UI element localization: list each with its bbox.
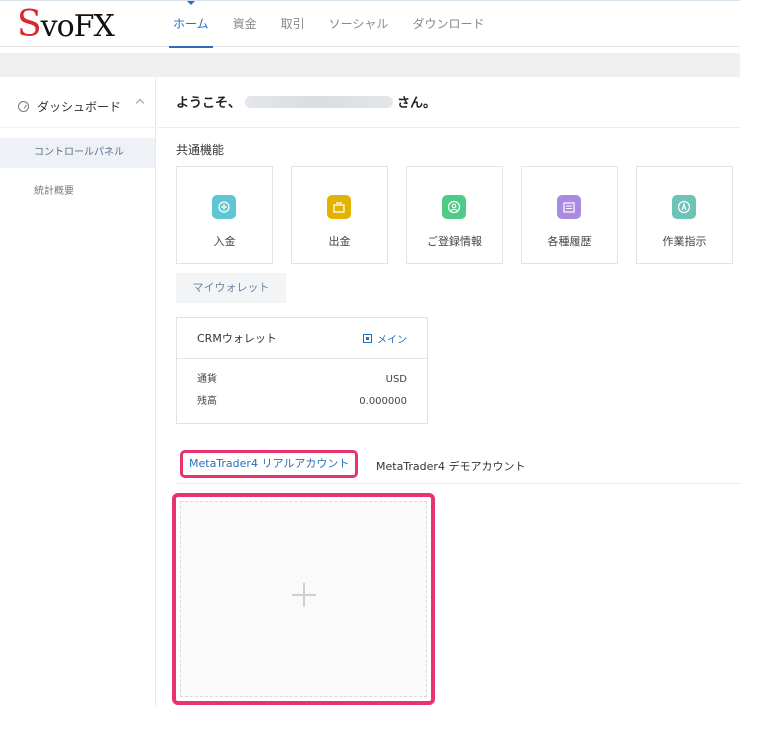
row-label: 残高 bbox=[197, 396, 217, 407]
crm-wallet-header: CRMウォレット メイン bbox=[177, 318, 427, 359]
nav-funds[interactable]: 資金 bbox=[221, 1, 269, 48]
plus-icon bbox=[291, 583, 316, 607]
task-icon bbox=[672, 195, 696, 219]
tile-deposit[interactable]: 入金 bbox=[176, 166, 273, 264]
crm-wallet-title: CRMウォレット bbox=[197, 332, 277, 345]
tile-label: 出金 bbox=[328, 235, 351, 248]
wallet-row-balance: 残高 0.000000 bbox=[177, 391, 427, 413]
main-wallet-label: メイン bbox=[377, 334, 407, 346]
tile-label: 作業指示 bbox=[662, 235, 707, 248]
deposit-icon bbox=[212, 195, 236, 219]
sidebar-section-label: ダッシュボード bbox=[37, 99, 122, 114]
nav-trade[interactable]: 取引 bbox=[269, 1, 317, 48]
tile-label: 入金 bbox=[213, 235, 236, 248]
row-value: USD bbox=[385, 374, 407, 385]
tab-mt4-demo[interactable]: MetaTrader4 デモアカウント bbox=[376, 453, 525, 481]
brand-logo[interactable]: SvoFX bbox=[17, 7, 115, 43]
sidebar-section-dashboard[interactable]: ダッシュボード bbox=[0, 90, 155, 122]
top-navbar: SvoFX ホーム 資金 取引 ソーシャル ダウンロード bbox=[0, 0, 740, 48]
welcome-suffix: さん。 bbox=[397, 96, 437, 111]
main-nav: ホーム 資金 取引 ソーシャル ダウンロード bbox=[161, 1, 496, 48]
profile-icon bbox=[442, 195, 466, 219]
add-account-card[interactable] bbox=[172, 493, 435, 705]
tile-history[interactable]: 各種履歴 bbox=[521, 166, 618, 264]
chevron-up-icon bbox=[135, 98, 145, 108]
sidebar-item-statistics[interactable]: 統計概要 bbox=[0, 177, 155, 207]
row-value: 0.000000 bbox=[359, 396, 407, 407]
tab-my-wallet[interactable]: マイウォレット bbox=[176, 273, 286, 303]
withdraw-icon bbox=[327, 195, 351, 219]
welcome-prefix: ようこそ、 bbox=[176, 96, 242, 111]
wallet-row-currency: 通貨 USD bbox=[177, 369, 427, 391]
crm-wallet-card: CRMウォレット メイン 通貨 USD 残高 0.000000 bbox=[176, 317, 428, 424]
sidebar-divider bbox=[0, 127, 155, 128]
function-tiles: 入金 出金 ご登録情報 各種履歴 作業指示 bbox=[176, 166, 733, 264]
divider bbox=[158, 127, 740, 128]
nav-social[interactable]: ソーシャル bbox=[317, 1, 401, 48]
account-tabs: MetaTrader4 リアルアカウント MetaTrader4 デモアカウント bbox=[176, 450, 740, 484]
add-account-area bbox=[180, 501, 427, 697]
history-icon bbox=[557, 195, 581, 219]
row-label: 通貨 bbox=[197, 374, 217, 385]
tile-label: 各種履歴 bbox=[547, 235, 592, 248]
tile-task[interactable]: 作業指示 bbox=[636, 166, 733, 264]
main-wallet-badge[interactable]: メイン bbox=[363, 331, 407, 346]
tab-mt4-real[interactable]: MetaTrader4 リアルアカウント bbox=[180, 450, 359, 478]
nav-home[interactable]: ホーム bbox=[161, 1, 221, 48]
welcome-message: ようこそ、 さん。 bbox=[176, 92, 436, 111]
sidebar: ダッシュボード コントロールパネル 統計概要 bbox=[0, 77, 156, 707]
tile-withdraw[interactable]: 出金 bbox=[291, 166, 388, 264]
section-title: 共通機能 bbox=[176, 143, 225, 157]
tile-profile[interactable]: ご登録情報 bbox=[406, 166, 503, 264]
wallet-square-icon bbox=[363, 333, 372, 343]
subheader-bar bbox=[0, 53, 740, 77]
dashboard-icon bbox=[18, 100, 29, 112]
sidebar-item-control-panel[interactable]: コントロールパネル bbox=[0, 138, 155, 168]
tile-label: ご登録情報 bbox=[427, 235, 482, 248]
blurred-username bbox=[245, 95, 394, 108]
nav-download[interactable]: ダウンロード bbox=[400, 1, 496, 48]
